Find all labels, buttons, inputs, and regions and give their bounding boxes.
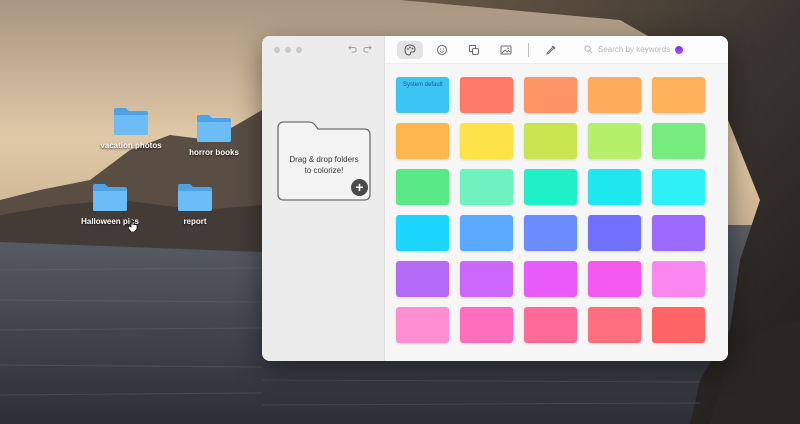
color-swatch[interactable] bbox=[524, 77, 577, 113]
color-swatch[interactable] bbox=[588, 77, 641, 113]
desktop-folder-label: horror books bbox=[189, 148, 239, 157]
color-swatch[interactable] bbox=[460, 261, 513, 297]
color-swatch[interactable] bbox=[652, 215, 705, 251]
color-swatch[interactable] bbox=[652, 261, 705, 297]
color-swatch[interactable] bbox=[652, 169, 705, 205]
mouse-cursor-icon bbox=[128, 220, 138, 232]
toolbar: Search by keywords bbox=[385, 36, 728, 64]
drop-text-line1: Drag & drop folders bbox=[289, 155, 359, 164]
color-swatch[interactable] bbox=[396, 123, 449, 159]
folder-colorizer-window: Drag & drop folders to colorize! + Searc… bbox=[262, 36, 728, 361]
color-swatch[interactable] bbox=[396, 307, 449, 343]
color-swatch[interactable] bbox=[652, 123, 705, 159]
search-field[interactable]: Search by keywords bbox=[584, 45, 684, 54]
color-swatch[interactable] bbox=[588, 215, 641, 251]
pro-badge-icon bbox=[675, 45, 684, 54]
color-swatch[interactable] bbox=[524, 307, 577, 343]
color-swatch[interactable] bbox=[460, 215, 513, 251]
eyedropper-icon bbox=[546, 45, 556, 55]
emoji-icon bbox=[436, 44, 448, 55]
toolbar-separator bbox=[528, 42, 529, 57]
color-swatch[interactable] bbox=[524, 215, 577, 251]
shapes-icon bbox=[469, 44, 479, 55]
image-tab-button[interactable] bbox=[493, 41, 519, 59]
search-icon bbox=[584, 45, 593, 54]
color-swatch[interactable] bbox=[460, 123, 513, 159]
emoji-tab-button[interactable] bbox=[429, 41, 455, 59]
folder-icon bbox=[93, 184, 127, 211]
zoom-window-button[interactable] bbox=[296, 47, 302, 53]
desktop-folder-horror-books[interactable]: horror books bbox=[164, 112, 264, 157]
window-controls bbox=[274, 47, 302, 53]
desktop-folder-report[interactable]: report bbox=[145, 181, 245, 226]
color-swatch[interactable] bbox=[524, 123, 577, 159]
color-swatch[interactable] bbox=[588, 169, 641, 205]
shapes-tab-button[interactable] bbox=[461, 41, 487, 59]
color-swatch[interactable] bbox=[524, 261, 577, 297]
color-swatch-grid: System default bbox=[396, 77, 705, 343]
folder-drop-zone[interactable]: Drag & drop folders to colorize! + bbox=[275, 120, 373, 202]
color-swatch[interactable] bbox=[460, 307, 513, 343]
color-swatch[interactable] bbox=[396, 261, 449, 297]
color-swatch[interactable] bbox=[652, 307, 705, 343]
color-swatch[interactable] bbox=[588, 307, 641, 343]
image-icon bbox=[500, 45, 512, 54]
minimize-window-button[interactable] bbox=[285, 47, 291, 53]
drop-instructions: Drag & drop folders to colorize! bbox=[275, 154, 373, 176]
color-swatch[interactable] bbox=[396, 169, 449, 205]
search-placeholder: Search by keywords bbox=[598, 45, 671, 54]
folder-icon bbox=[114, 108, 148, 135]
colors-tab-button[interactable] bbox=[397, 40, 423, 59]
color-swatch[interactable] bbox=[588, 123, 641, 159]
color-swatch[interactable] bbox=[652, 77, 705, 113]
undo-icon[interactable] bbox=[348, 44, 357, 53]
sidebar: Drag & drop folders to colorize! + bbox=[262, 36, 385, 361]
redo-icon[interactable] bbox=[363, 44, 372, 53]
swatch-label: System default bbox=[403, 82, 443, 88]
close-window-button[interactable] bbox=[274, 47, 280, 53]
drop-text-line2: to colorize! bbox=[304, 166, 344, 175]
main-panel: Search by keywords System default bbox=[385, 36, 728, 361]
desktop-folder-label: report bbox=[183, 217, 207, 226]
folder-icon bbox=[178, 184, 212, 211]
color-swatch[interactable] bbox=[524, 169, 577, 205]
palette-icon bbox=[404, 43, 416, 56]
color-swatch[interactable] bbox=[396, 215, 449, 251]
color-swatch[interactable] bbox=[460, 77, 513, 113]
folder-icon bbox=[197, 115, 231, 142]
undo-redo-controls bbox=[348, 44, 372, 53]
add-folder-button[interactable]: + bbox=[351, 179, 368, 196]
color-swatch[interactable] bbox=[460, 169, 513, 205]
desktop-folder-label: vacation photos bbox=[100, 141, 162, 150]
color-swatch[interactable]: System default bbox=[396, 77, 449, 113]
eyedropper-button[interactable] bbox=[538, 41, 564, 59]
color-swatch[interactable] bbox=[588, 261, 641, 297]
